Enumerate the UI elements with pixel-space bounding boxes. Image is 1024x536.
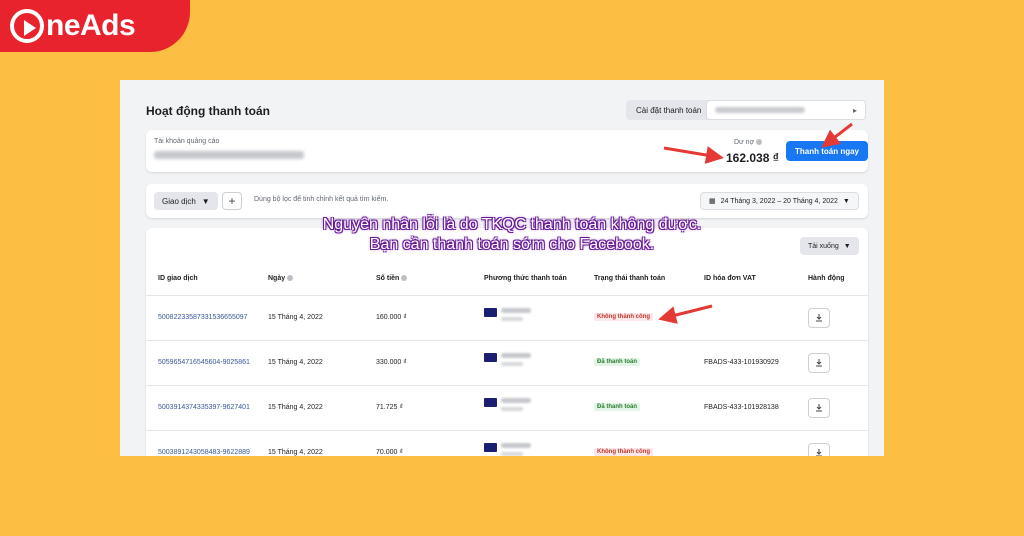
download-icon: [816, 314, 822, 322]
download-invoice-button[interactable]: [808, 353, 830, 373]
transaction-id-link[interactable]: 50082233587331536655097: [158, 314, 248, 321]
transaction-date: 15 Tháng 4, 2022: [268, 314, 323, 321]
debt-label: Dư nợ: [734, 139, 763, 146]
debt-value: 162.038 ₫: [726, 151, 779, 165]
chevron-right-icon: ▸: [852, 105, 857, 115]
add-filter-button[interactable]: +: [222, 192, 242, 210]
column-header: Trạng thái thanh toán: [594, 275, 666, 282]
annotation-line-2: Bạn cần thanh toán sớm cho Facebook.: [369, 236, 655, 253]
transaction-type-dropdown[interactable]: Giao dịch ▼: [154, 192, 218, 210]
info-icon: [401, 275, 408, 282]
logo-text: neAds: [46, 9, 136, 42]
table-row: 5003891243058483-9622889 15 Tháng 4, 202…: [146, 431, 868, 456]
column-header: ID hóa đơn VAT: [704, 275, 756, 282]
visa-card-icon: [484, 443, 497, 452]
visa-card-icon: [484, 308, 497, 317]
date-range-picker[interactable]: ▦ 24 Tháng 3, 2022 – 20 Tháng 4, 2022 ▼: [700, 192, 859, 210]
transaction-date: 15 Tháng 4, 2022: [268, 359, 323, 366]
download-icon: [816, 449, 822, 456]
info-icon: [287, 275, 294, 282]
annotation-line-1: Nguyên nhân lỗi là do TKQC thanh toán kh…: [322, 216, 702, 233]
payment-activity-screenshot: Hoạt động thanh toán Cài đặt thanh toán …: [120, 80, 884, 456]
transactions-table: Tải xuống ▼ ID giao dịch Ngày Số tiền Ph…: [146, 228, 868, 456]
status-badge: Không thành công: [594, 448, 653, 456]
blurred-account-name: [715, 107, 805, 113]
transaction-date: 15 Tháng 4, 2022: [268, 404, 323, 411]
filter-bar: Giao dịch ▼ + Dùng bộ lọc để tinh chỉnh …: [146, 184, 868, 218]
status-badge: Không thành công: [594, 313, 653, 321]
transaction-amount: 330.000 ₫: [376, 359, 407, 366]
column-header: Hành động: [808, 275, 845, 282]
transaction-id-link[interactable]: 5059654716545604-9025861: [158, 359, 250, 366]
download-icon: [816, 359, 822, 367]
visa-card-icon: [484, 398, 497, 407]
page-title: Hoạt động thanh toán: [146, 104, 270, 118]
column-header: Phương thức thanh toán: [484, 275, 567, 282]
transaction-amount: 70.000 ₫: [376, 449, 403, 456]
download-invoice-button[interactable]: [808, 398, 830, 418]
download-invoice-button[interactable]: [808, 308, 830, 328]
visa-card-icon: [484, 353, 497, 362]
table-row: 50082233587331536655097 15 Tháng 4, 2022…: [146, 296, 868, 341]
table-header: ID giao dịch Ngày Số tiền Phương thức th…: [146, 262, 868, 296]
account-selector[interactable]: ▸: [706, 100, 866, 120]
date-range-label: 24 Tháng 3, 2022 – 20 Tháng 4, 2022: [720, 197, 838, 205]
payment-settings-button[interactable]: Cài đặt thanh toán: [626, 100, 712, 120]
transaction-amount: 71.725 ₫: [376, 404, 403, 411]
transaction-amount: 160.000 ₫: [376, 314, 407, 321]
status-badge: Đã thanh toán: [594, 358, 640, 366]
vat-invoice-id: FBADS-433-101930929: [704, 359, 779, 366]
transaction-type-label: Giao dịch: [162, 196, 196, 206]
ad-account-label: Tài khoản quảng cáo: [154, 138, 220, 145]
info-icon: [756, 139, 763, 146]
table-row: 5059654716545604-9025861 15 Tháng 4, 202…: [146, 341, 868, 386]
oneads-logo: neAds: [0, 0, 190, 52]
blurred-account-id: [154, 151, 304, 159]
transaction-id-link[interactable]: 5003891243058483-9622889: [158, 449, 250, 456]
vat-invoice-id: FBADS-433-101928138: [704, 404, 779, 411]
pay-now-button[interactable]: Thanh toán ngay: [786, 141, 868, 161]
transaction-date: 15 Tháng 4, 2022: [268, 449, 323, 456]
status-badge: Đã thanh toán: [594, 403, 640, 411]
transaction-id-link[interactable]: 5003914374335397-9627401: [158, 404, 250, 411]
download-invoice-button[interactable]: [808, 443, 830, 456]
account-card: Tài khoản quảng cáo Dư nợ 162.038 ₫ Than…: [146, 130, 868, 172]
download-icon: [816, 404, 822, 412]
column-header: ID giao dịch: [158, 275, 198, 282]
column-header: Số tiền: [376, 275, 408, 282]
filter-hint: Dùng bộ lọc để tinh chỉnh kết quả tìm ki…: [254, 196, 389, 203]
calendar-icon: ▦: [709, 198, 716, 205]
caret-down-icon: ▼: [201, 196, 210, 206]
column-header: Ngày: [268, 275, 294, 282]
logo-o-play-icon: [10, 9, 44, 43]
table-row: 5003914374335397-9627401 15 Tháng 4, 202…: [146, 386, 868, 431]
caret-down-icon: ▼: [842, 197, 850, 205]
